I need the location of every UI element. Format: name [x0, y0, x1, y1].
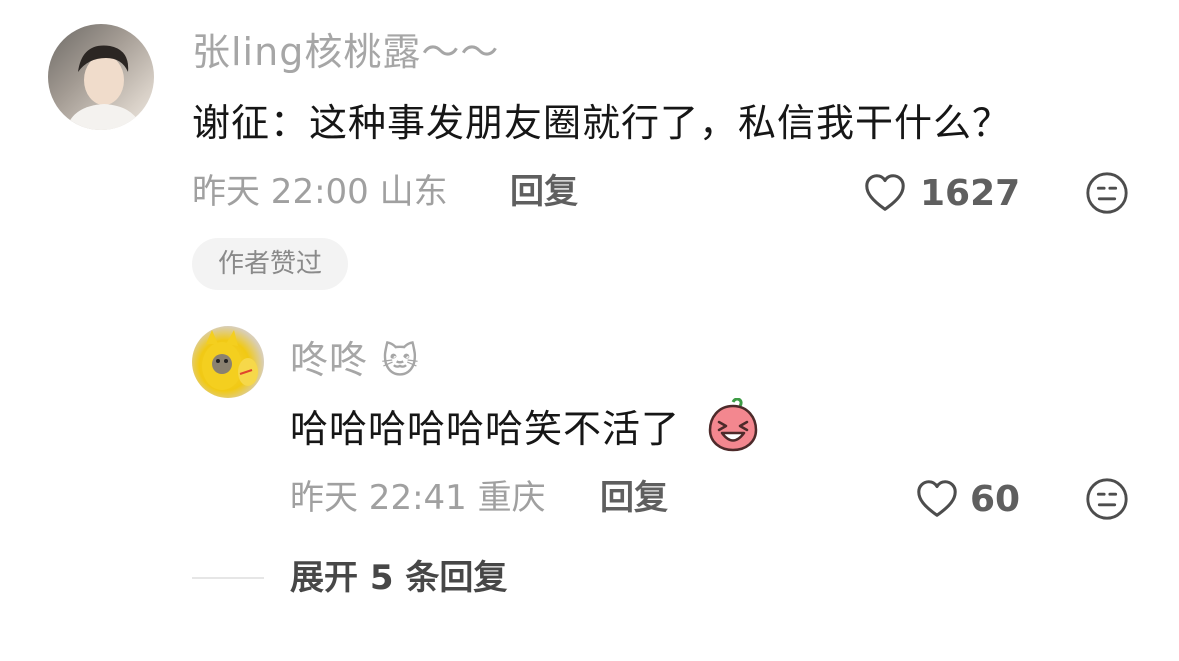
- heart-outline-icon[interactable]: [914, 476, 960, 522]
- cat-face-emoji: 🐱: [381, 341, 420, 382]
- like-count: 1627: [920, 173, 1021, 214]
- reply-text-content: 哈哈哈哈哈哈笑不活了: [290, 407, 681, 451]
- reply-reply-button[interactable]: 回复: [600, 478, 668, 518]
- meh-face-icon[interactable]: [1084, 476, 1130, 522]
- comment-meta: 昨天 22:00 山东: [192, 172, 448, 212]
- meh-face-icon[interactable]: [1084, 170, 1130, 216]
- comment-username[interactable]: 张ling核桃露～～: [192, 30, 499, 74]
- expand-replies-button[interactable]: 展开 5 条回复: [290, 558, 507, 598]
- reply-avatar[interactable]: [192, 326, 264, 398]
- laughing-peach-sticker: [706, 398, 760, 452]
- reply-like-count: 60: [970, 479, 1021, 520]
- reply-button[interactable]: 回复: [510, 172, 578, 212]
- expand-divider: [192, 577, 264, 579]
- reply-username-text: 咚咚: [290, 338, 369, 382]
- reply-text: 哈哈哈哈哈哈笑不活了: [290, 406, 680, 452]
- heart-outline-icon[interactable]: [862, 170, 908, 216]
- comment-text: 谢征：这种事发朋友圈就行了，私信我干什么？: [192, 101, 1012, 145]
- author-liked-badge: 作者赞过: [192, 238, 348, 290]
- reply-username[interactable]: 咚咚 🐱: [290, 338, 420, 384]
- avatar[interactable]: [48, 24, 154, 130]
- reply-meta: 昨天 22:41 重庆: [290, 478, 546, 518]
